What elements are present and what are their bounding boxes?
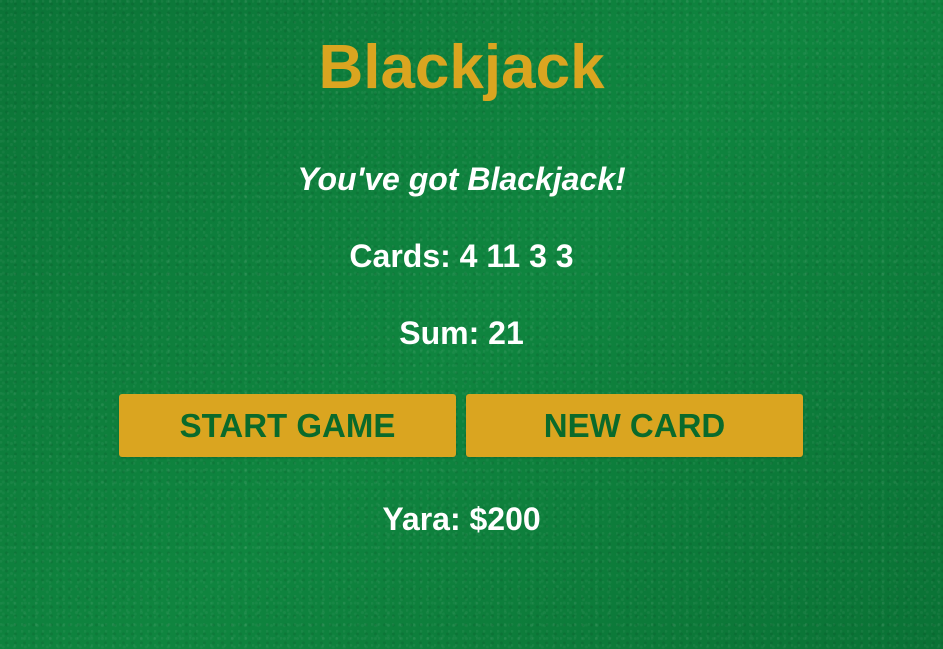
game-message: You've got Blackjack! xyxy=(297,161,626,197)
page-title: Blackjack xyxy=(318,33,605,102)
blackjack-page: Blackjack You've got Blackjack! Cards: 4… xyxy=(0,0,943,649)
sum-display: Sum: 21 xyxy=(399,315,524,351)
cards-display: Cards: 4 11 3 3 xyxy=(349,238,574,274)
start-game-button[interactable]: START GAME xyxy=(119,394,456,457)
new-card-button[interactable]: NEW CARD xyxy=(466,394,803,457)
game-buttons: START GAME NEW CARD xyxy=(119,394,803,457)
player-balance: Yara: $200 xyxy=(382,501,541,537)
